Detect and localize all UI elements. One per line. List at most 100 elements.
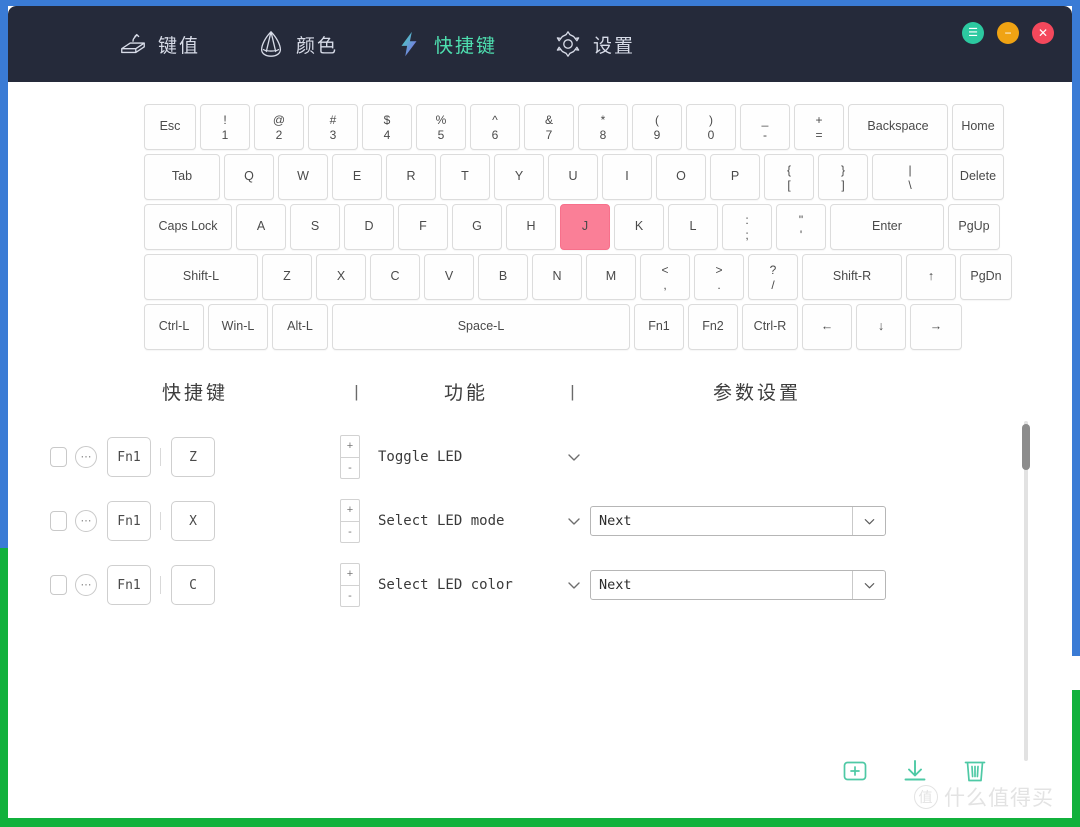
- keyboard-key[interactable]: S: [290, 204, 340, 250]
- keyboard-key[interactable]: Esc: [144, 104, 196, 150]
- keyboard-key[interactable]: U: [548, 154, 598, 200]
- keyboard-key[interactable]: Fn1: [634, 304, 684, 350]
- shortcut-key-box[interactable]: Z: [171, 437, 215, 477]
- keyboard-key[interactable]: Shift-R: [802, 254, 902, 300]
- keyboard-key[interactable]: Tab: [144, 154, 220, 200]
- keyboard-key[interactable]: V: [424, 254, 474, 300]
- keyboard-key[interactable]: N: [532, 254, 582, 300]
- keyboard-key[interactable]: ↓: [856, 304, 906, 350]
- keyboard-key[interactable]: ^ 6: [470, 104, 520, 150]
- keyboard-key[interactable]: K: [614, 204, 664, 250]
- keyboard-key[interactable]: + =: [794, 104, 844, 150]
- row-checkbox[interactable]: [50, 575, 67, 595]
- keyboard-key[interactable]: C: [370, 254, 420, 300]
- nav-item-shortcut[interactable]: 快捷键: [394, 29, 497, 59]
- keyboard-key[interactable]: A: [236, 204, 286, 250]
- shortcut-key-box[interactable]: C: [171, 565, 215, 605]
- keyboard-key[interactable]: Q: [224, 154, 274, 200]
- keyboard-key[interactable]: Z: [262, 254, 312, 300]
- nav-item-keyvalue[interactable]: 键值: [118, 29, 200, 59]
- keyboard-key[interactable]: % 5: [416, 104, 466, 150]
- keyboard-key[interactable]: PgUp: [948, 204, 1000, 250]
- keyboard-key[interactable]: B: [478, 254, 528, 300]
- param-select[interactable]: Next: [590, 570, 886, 600]
- keyboard-key[interactable]: Alt-L: [272, 304, 328, 350]
- keyboard-key[interactable]: J: [560, 204, 610, 250]
- param-select[interactable]: Next: [590, 506, 886, 536]
- function-chevron-down-icon[interactable]: [566, 449, 582, 465]
- keyboard-key[interactable]: Y: [494, 154, 544, 200]
- keyboard-key[interactable]: P: [710, 154, 760, 200]
- minimize-button[interactable]: −: [997, 22, 1019, 44]
- stepper-increment-button[interactable]: +: [341, 436, 359, 458]
- keyboard-key[interactable]: { [: [764, 154, 814, 200]
- keyboard-key[interactable]: < ,: [640, 254, 690, 300]
- keyboard-key[interactable]: | \: [872, 154, 948, 200]
- vertical-scrollbar-track[interactable]: [1024, 421, 1028, 761]
- stepper-decrement-button[interactable]: -: [341, 458, 359, 479]
- keyboard-key[interactable]: : ;: [722, 204, 772, 250]
- stepper-increment-button[interactable]: +: [341, 564, 359, 586]
- keyboard-key[interactable]: R: [386, 154, 436, 200]
- row-checkbox[interactable]: [50, 447, 67, 467]
- param-select-chevron-down-icon[interactable]: [852, 507, 885, 535]
- keyboard-key[interactable]: Backspace: [848, 104, 948, 150]
- keyboard-key[interactable]: I: [602, 154, 652, 200]
- add-button[interactable]: [840, 756, 870, 786]
- row-more-options-icon[interactable]: ⋯: [75, 446, 97, 468]
- nav-item-settings[interactable]: 设置: [553, 29, 635, 59]
- menu-button[interactable]: ☰: [962, 22, 984, 44]
- keyboard-key[interactable]: ! 1: [200, 104, 250, 150]
- row-checkbox[interactable]: [50, 511, 67, 531]
- vertical-scrollbar-thumb[interactable]: [1022, 424, 1030, 470]
- function-chevron-down-icon[interactable]: [566, 577, 582, 593]
- keyboard-key[interactable]: Ctrl-R: [742, 304, 798, 350]
- keyboard-key[interactable]: F: [398, 204, 448, 250]
- keyboard-key[interactable]: Caps Lock: [144, 204, 232, 250]
- keyboard-key[interactable]: ) 0: [686, 104, 736, 150]
- keyboard-key[interactable]: ↑: [906, 254, 956, 300]
- keyboard-key[interactable]: W: [278, 154, 328, 200]
- shortcut-key-box[interactable]: X: [171, 501, 215, 541]
- keyboard-key[interactable]: Win-L: [208, 304, 268, 350]
- keyboard-key[interactable]: →: [910, 304, 962, 350]
- shortcut-key-box[interactable]: Fn1: [107, 565, 151, 605]
- keyboard-key[interactable]: > .: [694, 254, 744, 300]
- keyboard-key[interactable]: O: [656, 154, 706, 200]
- stepper-increment-button[interactable]: +: [341, 500, 359, 522]
- keyboard-key[interactable]: # 3: [308, 104, 358, 150]
- keyboard-key[interactable]: T: [440, 154, 490, 200]
- keyboard-key[interactable]: ? /: [748, 254, 798, 300]
- keyboard-key[interactable]: @ 2: [254, 104, 304, 150]
- function-chevron-down-icon[interactable]: [566, 513, 582, 529]
- keyboard-key[interactable]: & 7: [524, 104, 574, 150]
- keyboard-key[interactable]: M: [586, 254, 636, 300]
- keyboard-key[interactable]: Space-L: [332, 304, 630, 350]
- row-more-options-icon[interactable]: ⋯: [75, 510, 97, 532]
- shortcut-key-box[interactable]: Fn1: [107, 437, 151, 477]
- keyboard-key[interactable]: Enter: [830, 204, 944, 250]
- keyboard-key[interactable]: PgDn: [960, 254, 1012, 300]
- keyboard-key[interactable]: Shift-L: [144, 254, 258, 300]
- keyboard-key[interactable]: Delete: [952, 154, 1004, 200]
- keyboard-key[interactable]: G: [452, 204, 502, 250]
- keyboard-key[interactable]: L: [668, 204, 718, 250]
- keyboard-key[interactable]: ←: [802, 304, 852, 350]
- stepper-decrement-button[interactable]: -: [341, 586, 359, 607]
- keyboard-key[interactable]: " ': [776, 204, 826, 250]
- nav-item-color[interactable]: 颜色: [256, 29, 338, 59]
- keyboard-key[interactable]: * 8: [578, 104, 628, 150]
- close-button[interactable]: ✕: [1032, 22, 1054, 44]
- keyboard-key[interactable]: ( 9: [632, 104, 682, 150]
- keyboard-key[interactable]: $ 4: [362, 104, 412, 150]
- keyboard-key[interactable]: Ctrl-L: [144, 304, 204, 350]
- row-more-options-icon[interactable]: ⋯: [75, 574, 97, 596]
- keyboard-key[interactable]: D: [344, 204, 394, 250]
- keyboard-key[interactable]: H: [506, 204, 556, 250]
- keyboard-key[interactable]: _ -: [740, 104, 790, 150]
- keyboard-key[interactable]: } ]: [818, 154, 868, 200]
- shortcut-key-box[interactable]: Fn1: [107, 501, 151, 541]
- param-select-chevron-down-icon[interactable]: [852, 571, 885, 599]
- keyboard-key[interactable]: X: [316, 254, 366, 300]
- keyboard-key[interactable]: Home: [952, 104, 1004, 150]
